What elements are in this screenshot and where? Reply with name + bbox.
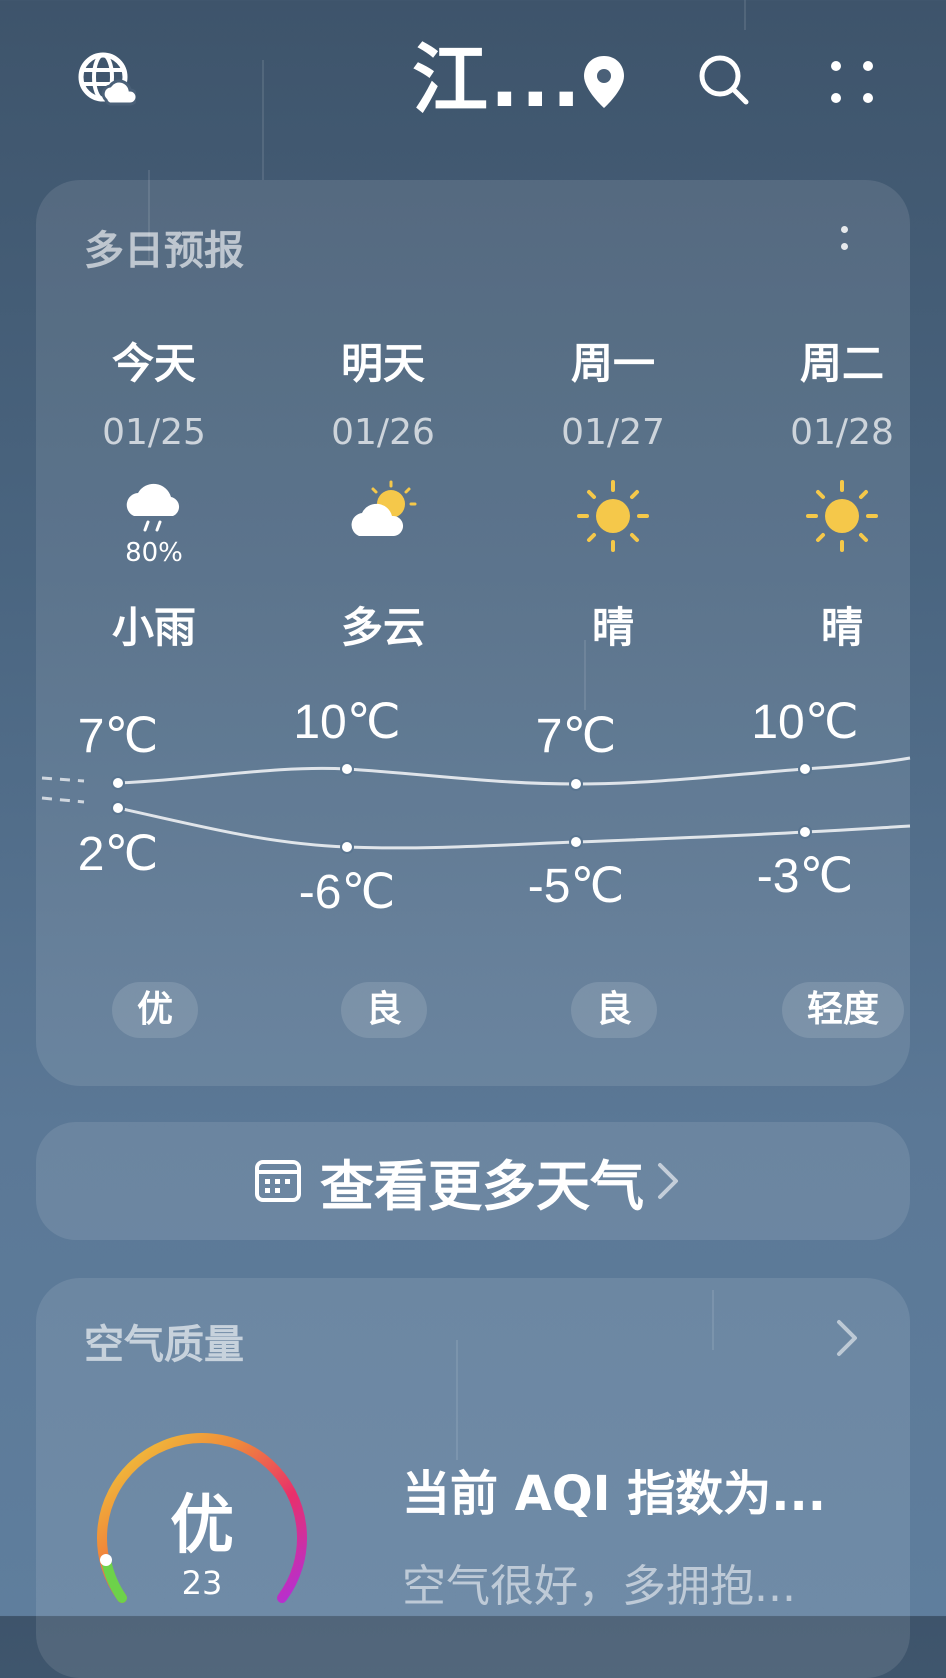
high-temp-label: 10℃ xyxy=(293,696,400,749)
high-temp-label: 7℃ xyxy=(536,710,617,763)
low-temp-label: -5℃ xyxy=(528,860,625,913)
top-bar: 江... xyxy=(0,0,946,160)
chevron-right-icon xyxy=(658,1163,678,1199)
air-quality-card[interactable]: 空气质量 优 23 当前 AQI 指数为... 空气很好，多拥抱... xyxy=(36,1278,910,1678)
low-temp-label: -3℃ xyxy=(757,850,854,903)
low-temp-point xyxy=(569,835,583,849)
low-temp-label: -6℃ xyxy=(299,866,396,919)
low-temp-line-prev xyxy=(41,796,85,804)
high-temp-point xyxy=(569,777,583,791)
globe-weather-icon[interactable] xyxy=(76,50,139,110)
location-pin-icon xyxy=(580,54,628,110)
high-temp-label: 10℃ xyxy=(751,696,858,749)
high-temp-line xyxy=(117,756,911,786)
air-quality-title: 空气质量 xyxy=(84,1322,244,1368)
aqi-value: 23 xyxy=(181,1564,223,1602)
high-temp-label: 7℃ xyxy=(78,710,159,763)
high-temp-line-prev xyxy=(41,776,85,783)
city-name[interactable]: 江... xyxy=(412,30,583,130)
multi-day-forecast-card[interactable]: 多日预报 今天 01/25 80% 小雨 优 明天 01/26 多云 良 周一 … xyxy=(36,180,911,1086)
aqi-level: 优 xyxy=(170,1489,234,1563)
chevron-right-icon[interactable] xyxy=(836,1318,858,1358)
more-dots-icon[interactable] xyxy=(826,56,878,108)
high-temp-point xyxy=(340,762,354,776)
calendar-icon xyxy=(255,1160,301,1202)
low-temp-point xyxy=(798,825,812,839)
aqi-advice: 空气很好，多拥抱... xyxy=(402,1561,796,1612)
low-temp-point xyxy=(340,840,354,854)
more-weather-button[interactable]: 查看更多天气 xyxy=(36,1122,910,1240)
high-temp-point xyxy=(798,762,812,776)
high-temp-point xyxy=(111,776,125,790)
aqi-headline: 当前 AQI 指数为... xyxy=(402,1466,826,1522)
low-temp-point xyxy=(111,801,125,815)
low-temp-label: 2℃ xyxy=(78,828,159,881)
temperature-curves: 7℃ 10℃ 7℃ 10℃ 2℃ -6℃ -5℃ -3℃ xyxy=(41,696,911,919)
more-weather-label: 查看更多天气 xyxy=(320,1154,644,1218)
low-temp-line xyxy=(117,806,911,850)
search-icon[interactable] xyxy=(696,52,752,108)
